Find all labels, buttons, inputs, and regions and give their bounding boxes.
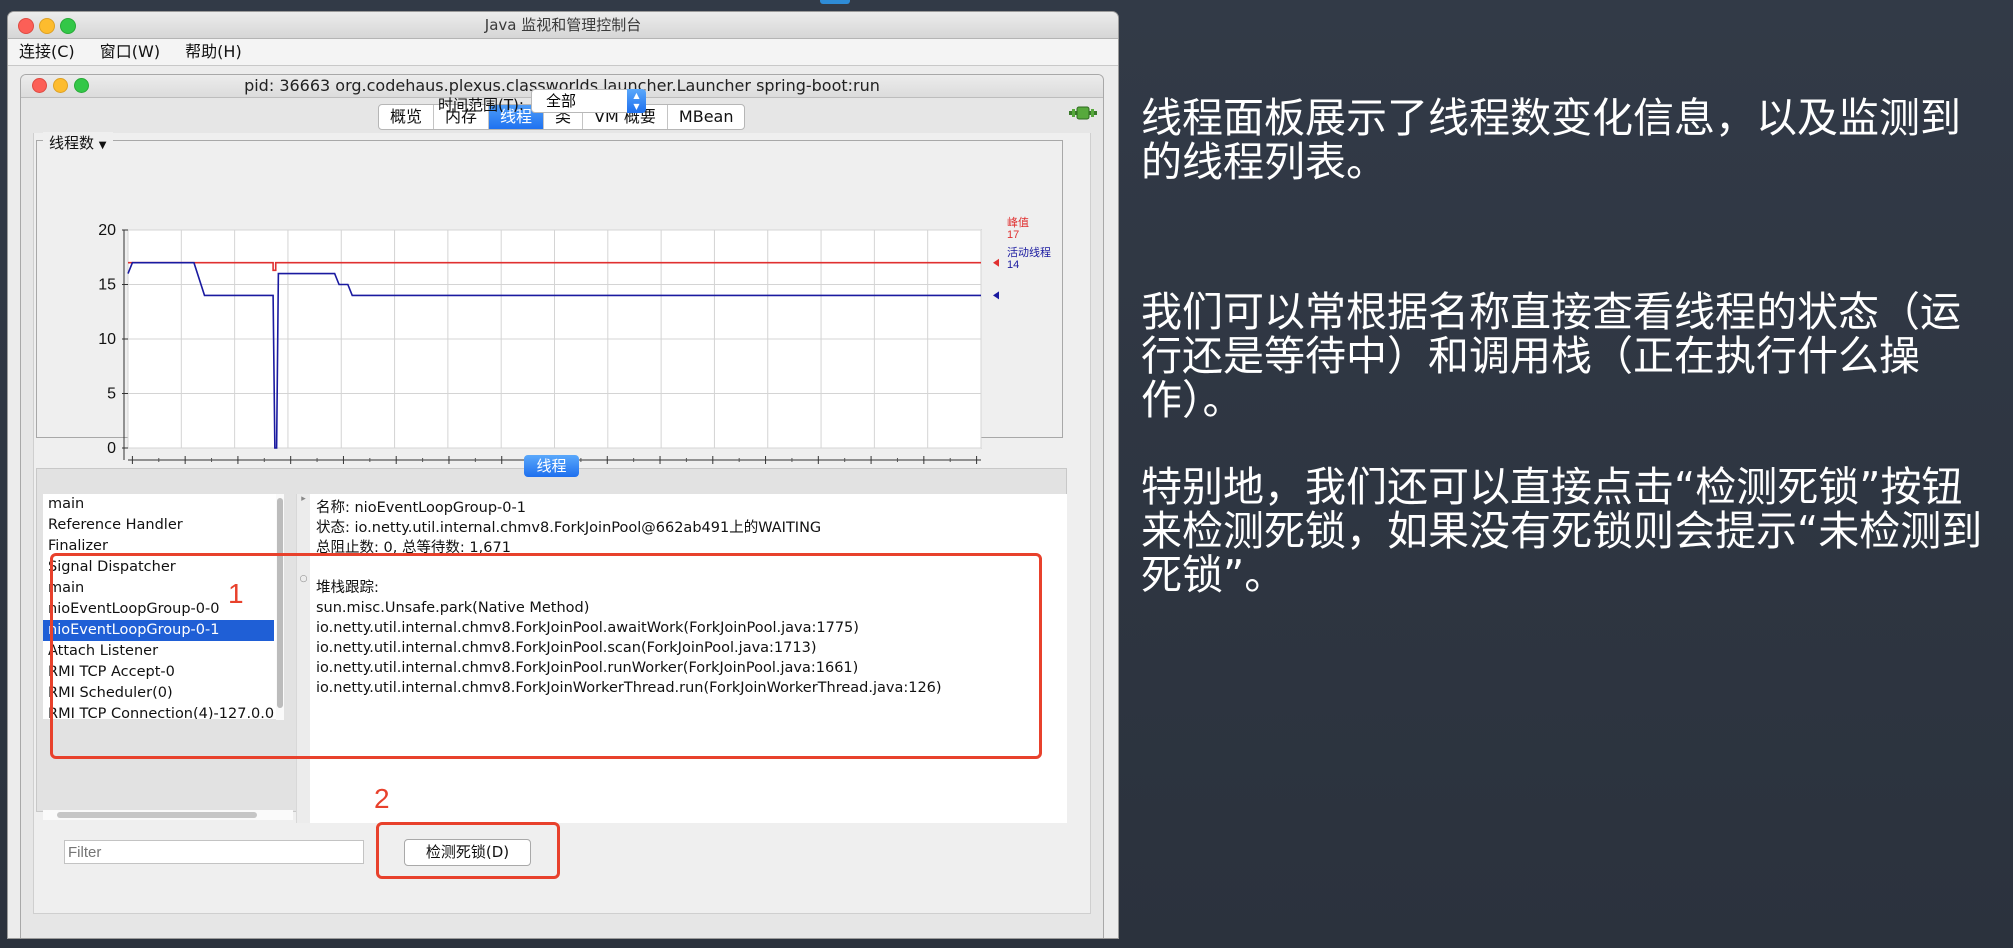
minimize-window-button[interactable] [39, 18, 55, 34]
zoom-process-window-button[interactable] [74, 78, 89, 93]
time-range-label: 时间范围(T): [438, 96, 524, 114]
tab-overview[interactable]: 概览 [379, 105, 435, 129]
slide-paragraph-1: 线程面板展示了线程数变化信息，以及监测到的线程列表。 [1141, 94, 1961, 186]
thread-list-item[interactable]: Reference Handler [43, 515, 284, 536]
legend-series-name: 活动线程 [1007, 245, 1051, 259]
scrollbar-thumb[interactable] [57, 812, 257, 818]
annotation-box-thread-info [50, 553, 1042, 759]
slide-accent-bar [820, 0, 850, 4]
legend-series-value: 14 [1007, 259, 1019, 271]
menu-connection[interactable]: 连接(C) [19, 39, 75, 65]
annotation-box-deadlock-button [376, 822, 560, 879]
thread-name-line: 名称: nioEventLoopGroup-0-1 [316, 500, 526, 516]
menu-window[interactable]: 窗口(W) [100, 39, 160, 65]
y-tick-label: 5 [107, 386, 116, 403]
legend-series-name: 峰值 [1007, 216, 1029, 229]
thread-list-hscrollbar[interactable] [43, 810, 293, 820]
annotation-number-2: 2 [374, 783, 390, 814]
zoom-window-button[interactable] [60, 18, 76, 34]
menu-bar: 连接(C) 窗口(W) 帮助(H) [8, 39, 1118, 66]
tab-mbean[interactable]: MBean [668, 105, 745, 129]
close-process-window-button[interactable] [32, 78, 47, 93]
thread-list-item[interactable]: main [43, 494, 284, 515]
thread-count-chart: 0510152017:3217:3317:3417:3517:3617:3717… [98, 216, 1051, 480]
series-end-marker [993, 291, 999, 300]
thread-section-label: 线程 [524, 455, 579, 477]
y-tick-label: 0 [107, 440, 116, 457]
connection-status-icon[interactable] [1069, 106, 1097, 120]
y-tick-label: 20 [98, 222, 116, 239]
legend-series-value: 17 [1007, 229, 1019, 241]
select-arrows-icon: ▲ ▼ [627, 89, 646, 113]
window-title: Java 监视和管理控制台 [484, 16, 642, 34]
menu-help[interactable]: 帮助(H) [185, 39, 242, 65]
thread-filter-input[interactable] [64, 840, 364, 864]
annotation-number-1: 1 [228, 578, 244, 609]
time-range-select[interactable]: 全部 ▲ ▼ [531, 89, 646, 113]
slide-paragraph-3: 特别地，我们还可以直接点击“检测死锁”按钮来检测死锁，如果没有死锁则会提示“未检… [1141, 463, 1983, 599]
close-window-button[interactable] [18, 18, 34, 34]
y-tick-label: 15 [98, 277, 116, 294]
slide-paragraph-2: 我们可以常根据名称直接查看线程的状态（运行还是等待中）和调用栈（正在执行什么操作… [1141, 288, 1961, 424]
y-tick-label: 10 [98, 331, 116, 348]
window-titlebar: Java 监视和管理控制台 [8, 12, 1118, 39]
minimize-process-window-button[interactable] [53, 78, 68, 93]
thread-state-line: 状态: io.netty.util.internal.chmv8.ForkJoi… [316, 520, 822, 536]
series-end-marker [993, 258, 999, 267]
